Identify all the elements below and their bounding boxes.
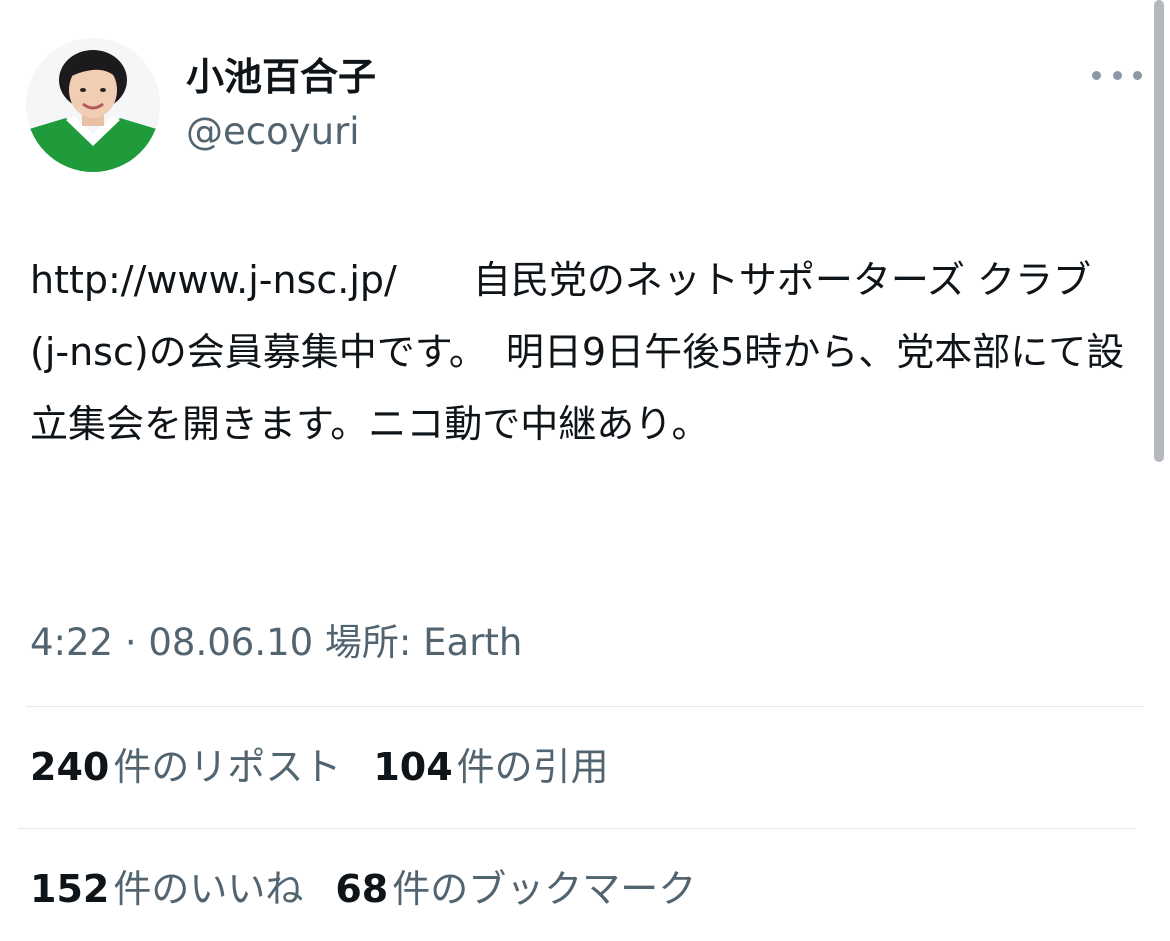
- tweet-location: 場所: Earth: [324, 621, 523, 664]
- more-horizontal-icon: [1112, 70, 1122, 80]
- stats-row-top: 240 件のリポスト 104 件の引用: [30, 742, 641, 792]
- tweet-date[interactable]: 08.06.10: [148, 621, 313, 664]
- tweet-text: http://www.j-nsc.jp/ 自民党のネットサポーターズ クラブ(j…: [30, 244, 1130, 460]
- likes-label: 件のいいね: [113, 867, 304, 911]
- profile-photo-icon: [26, 38, 160, 172]
- user-handle[interactable]: @ecoyuri: [186, 108, 360, 156]
- scrollbar[interactable]: [1154, 0, 1164, 462]
- reposts-label: 件のリポスト: [113, 745, 342, 789]
- more-horizontal-icon: [1133, 70, 1142, 80]
- bookmarks-count: 68: [335, 867, 389, 911]
- tweet-link-spacer: [397, 258, 473, 302]
- likes-stat[interactable]: 152 件のいいね: [30, 864, 303, 914]
- more-horizontal-icon: [1092, 70, 1101, 80]
- likes-count: 152: [30, 867, 110, 911]
- tweet-link[interactable]: http://www.j-nsc.jp/: [30, 258, 397, 302]
- more-options-button[interactable]: [1092, 60, 1142, 90]
- bookmarks-label: 件のブックマーク: [392, 867, 697, 911]
- meta-separator: ·: [124, 621, 137, 664]
- stats-row-bottom: 152 件のいいね 68 件のブックマーク: [30, 864, 728, 914]
- reposts-stat[interactable]: 240 件のリポスト: [30, 742, 341, 792]
- quotes-stat[interactable]: 104 件の引用: [373, 742, 608, 792]
- quotes-count: 104: [373, 745, 453, 789]
- bookmarks-stat[interactable]: 68 件のブックマーク: [335, 864, 696, 914]
- quotes-label: 件の引用: [456, 745, 609, 789]
- display-name[interactable]: 小池百合子: [186, 52, 376, 102]
- divider: [18, 828, 1136, 829]
- tweet-meta: 4:22 · 08.06.10 場所: Earth: [30, 618, 522, 668]
- tweet-time[interactable]: 4:22: [30, 621, 113, 664]
- reposts-count: 240: [30, 745, 110, 789]
- tweet-detail: 小池百合子 @ecoyuri http://www.j-nsc.jp/ 自民党の…: [0, 0, 1170, 941]
- avatar[interactable]: [26, 38, 160, 172]
- divider: [26, 706, 1144, 707]
